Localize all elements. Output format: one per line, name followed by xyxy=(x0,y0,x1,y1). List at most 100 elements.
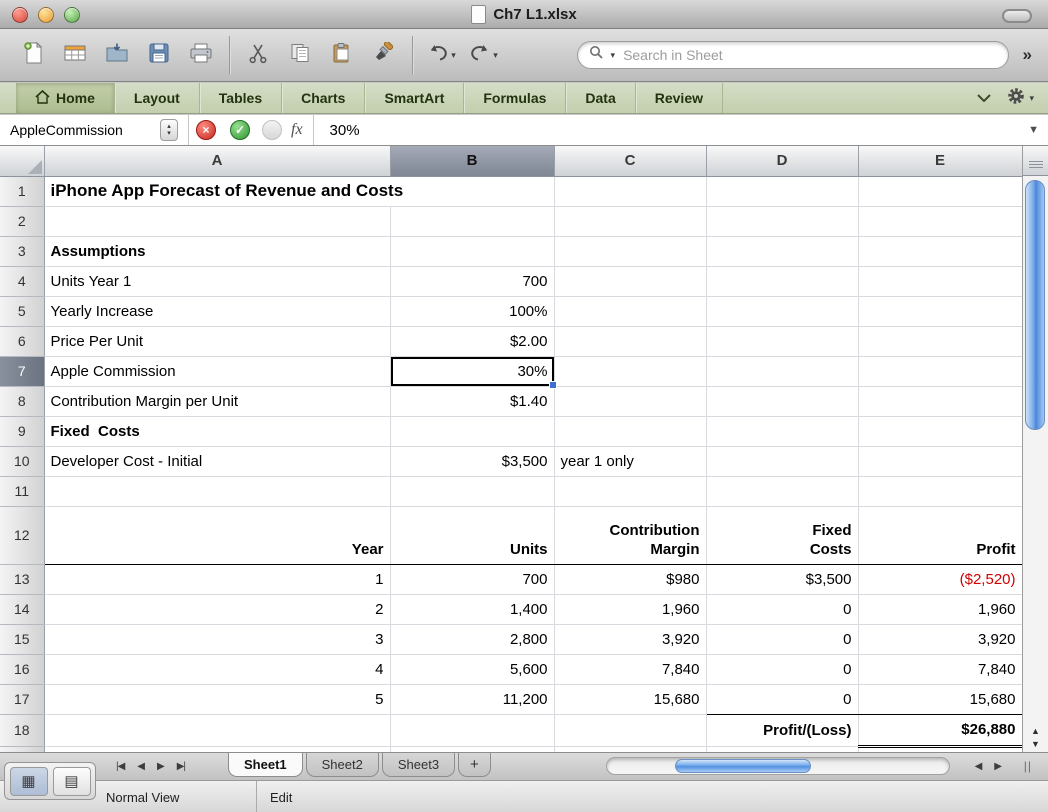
cell-D2[interactable] xyxy=(706,206,859,237)
cell-E17[interactable]: 15,680 xyxy=(858,684,1022,715)
cell-A17[interactable]: 5 xyxy=(44,684,391,715)
cell-C15[interactable]: 3,920 xyxy=(554,624,707,655)
cell-A10[interactable]: Developer Cost - Initial xyxy=(44,446,391,477)
cell-C17[interactable]: 15,680 xyxy=(554,684,707,715)
row-header-11[interactable]: 11 xyxy=(0,476,45,507)
vertical-scroll-thumb[interactable] xyxy=(1025,180,1045,430)
search-field[interactable]: ▾ xyxy=(576,41,1009,69)
cancel-entry-button[interactable]: × xyxy=(196,120,216,140)
cell-C12[interactable]: Contribution Margin xyxy=(554,506,707,565)
col-header-c[interactable]: C xyxy=(554,146,707,177)
cell-A12[interactable]: Year xyxy=(44,506,391,565)
cell-C9[interactable] xyxy=(554,416,707,447)
cell-C5[interactable] xyxy=(554,296,707,327)
cell-D5[interactable] xyxy=(706,296,859,327)
accept-entry-button[interactable]: ✓ xyxy=(230,120,250,140)
tab-review[interactable]: Review xyxy=(636,83,723,113)
next-sheet-button[interactable]: ▶ xyxy=(157,761,165,772)
cell-E12[interactable]: Profit xyxy=(858,506,1022,565)
cell-E8[interactable] xyxy=(858,386,1022,417)
cell-A2[interactable] xyxy=(44,206,391,237)
scroll-up-icon[interactable]: ▲ xyxy=(1031,726,1040,736)
cell-A7[interactable]: Apple Commission xyxy=(44,356,391,387)
cell-C1[interactable] xyxy=(554,176,707,207)
name-box[interactable]: AppleCommission xyxy=(0,122,160,138)
row-header-1[interactable]: 1 xyxy=(0,176,45,207)
cell-C18[interactable] xyxy=(554,714,707,747)
search-scope-dropdown-icon[interactable]: ▾ xyxy=(611,50,616,61)
select-all-corner[interactable] xyxy=(0,146,45,177)
cell-C8[interactable] xyxy=(554,386,707,417)
print-button[interactable] xyxy=(180,33,222,77)
ribbon-collapse-button[interactable] xyxy=(977,89,992,107)
cell-B2[interactable] xyxy=(390,206,555,237)
cell-E4[interactable] xyxy=(858,266,1022,297)
cell-B14[interactable]: 1,400 xyxy=(390,594,555,625)
cell-E7[interactable] xyxy=(858,356,1022,387)
cell-E16[interactable]: 7,840 xyxy=(858,654,1022,685)
formula-bar-expand-icon[interactable]: ▼ xyxy=(1028,124,1048,136)
scroll-down-icon[interactable]: ▼ xyxy=(1031,739,1040,749)
cell-A5[interactable]: Yearly Increase xyxy=(44,296,391,327)
cut-button[interactable] xyxy=(237,33,279,77)
cell-D18[interactable]: Profit/(Loss) xyxy=(706,714,859,747)
cell-D1[interactable] xyxy=(706,176,859,207)
cell-E10[interactable] xyxy=(858,446,1022,477)
cell-D17[interactable]: 0 xyxy=(706,684,859,715)
first-sheet-button[interactable]: |◀ xyxy=(116,761,125,772)
row-header-8[interactable]: 8 xyxy=(0,386,45,417)
cell-D16[interactable]: 0 xyxy=(706,654,859,685)
row-header-12[interactable]: 12 xyxy=(0,506,45,565)
toolbar-overflow-button[interactable]: » xyxy=(1023,45,1032,65)
cell-E3[interactable] xyxy=(858,236,1022,267)
normal-view-button[interactable]: ▦ xyxy=(9,766,48,796)
cell-A16[interactable]: 4 xyxy=(44,654,391,685)
toolbar-toggle-button[interactable] xyxy=(1002,9,1032,23)
cell-C7[interactable] xyxy=(554,356,707,387)
col-header-e[interactable]: E xyxy=(858,146,1022,177)
redo-button[interactable]: ▾ xyxy=(462,33,504,77)
row-header-3[interactable]: 3 xyxy=(0,236,45,267)
cell-E18[interactable]: $26,880 xyxy=(858,714,1022,748)
cell-B18[interactable] xyxy=(390,714,555,747)
row-header-18[interactable]: 18 xyxy=(0,714,45,747)
cell-A3[interactable]: Assumptions xyxy=(44,236,391,267)
row-header-13[interactable]: 13 xyxy=(0,564,45,595)
tab-charts[interactable]: Charts xyxy=(282,83,366,113)
tab-tables[interactable]: Tables xyxy=(200,83,283,113)
cell-D9[interactable] xyxy=(706,416,859,447)
cell-A11[interactable] xyxy=(44,476,391,507)
cell-C16[interactable]: 7,840 xyxy=(554,654,707,685)
cell-D8[interactable] xyxy=(706,386,859,417)
new-workbook-button[interactable] xyxy=(12,33,54,77)
row-header-7-selected[interactable]: 7 xyxy=(0,356,45,387)
sheet-tab-sheet1[interactable]: Sheet1 xyxy=(228,753,303,777)
cell-A9[interactable]: Fixed Costs xyxy=(44,416,391,447)
col-header-d[interactable]: D xyxy=(706,146,859,177)
tab-home[interactable]: Home xyxy=(16,83,115,113)
cell-D15[interactable]: 0 xyxy=(706,624,859,655)
cell-E6[interactable] xyxy=(858,326,1022,357)
cell-B6[interactable]: $2.00 xyxy=(390,326,555,357)
row-header-6[interactable]: 6 xyxy=(0,326,45,357)
paste-button[interactable] xyxy=(321,33,363,77)
cell-C6[interactable] xyxy=(554,326,707,357)
cell-C3[interactable] xyxy=(554,236,707,267)
cell-C13[interactable]: $980 xyxy=(554,564,707,595)
cell-D4[interactable] xyxy=(706,266,859,297)
cell-B4[interactable]: 700 xyxy=(390,266,555,297)
tab-data[interactable]: Data xyxy=(566,83,636,113)
function-builder-button[interactable] xyxy=(262,120,282,140)
template-gallery-button[interactable] xyxy=(54,33,96,77)
cell-C10[interactable]: year 1 only xyxy=(554,446,707,477)
col-header-a[interactable]: A xyxy=(44,146,391,177)
copy-button[interactable] xyxy=(279,33,321,77)
cell-A14[interactable]: 2 xyxy=(44,594,391,625)
cell-C4[interactable] xyxy=(554,266,707,297)
horizontal-scroll-thumb[interactable] xyxy=(675,759,811,773)
cell-E5[interactable] xyxy=(858,296,1022,327)
cell-C14[interactable]: 1,960 xyxy=(554,594,707,625)
sheet-tab-sheet3[interactable]: Sheet3 xyxy=(381,753,456,777)
redo-dropdown-icon[interactable]: ▾ xyxy=(493,50,498,61)
cell-E1[interactable] xyxy=(858,176,1022,207)
